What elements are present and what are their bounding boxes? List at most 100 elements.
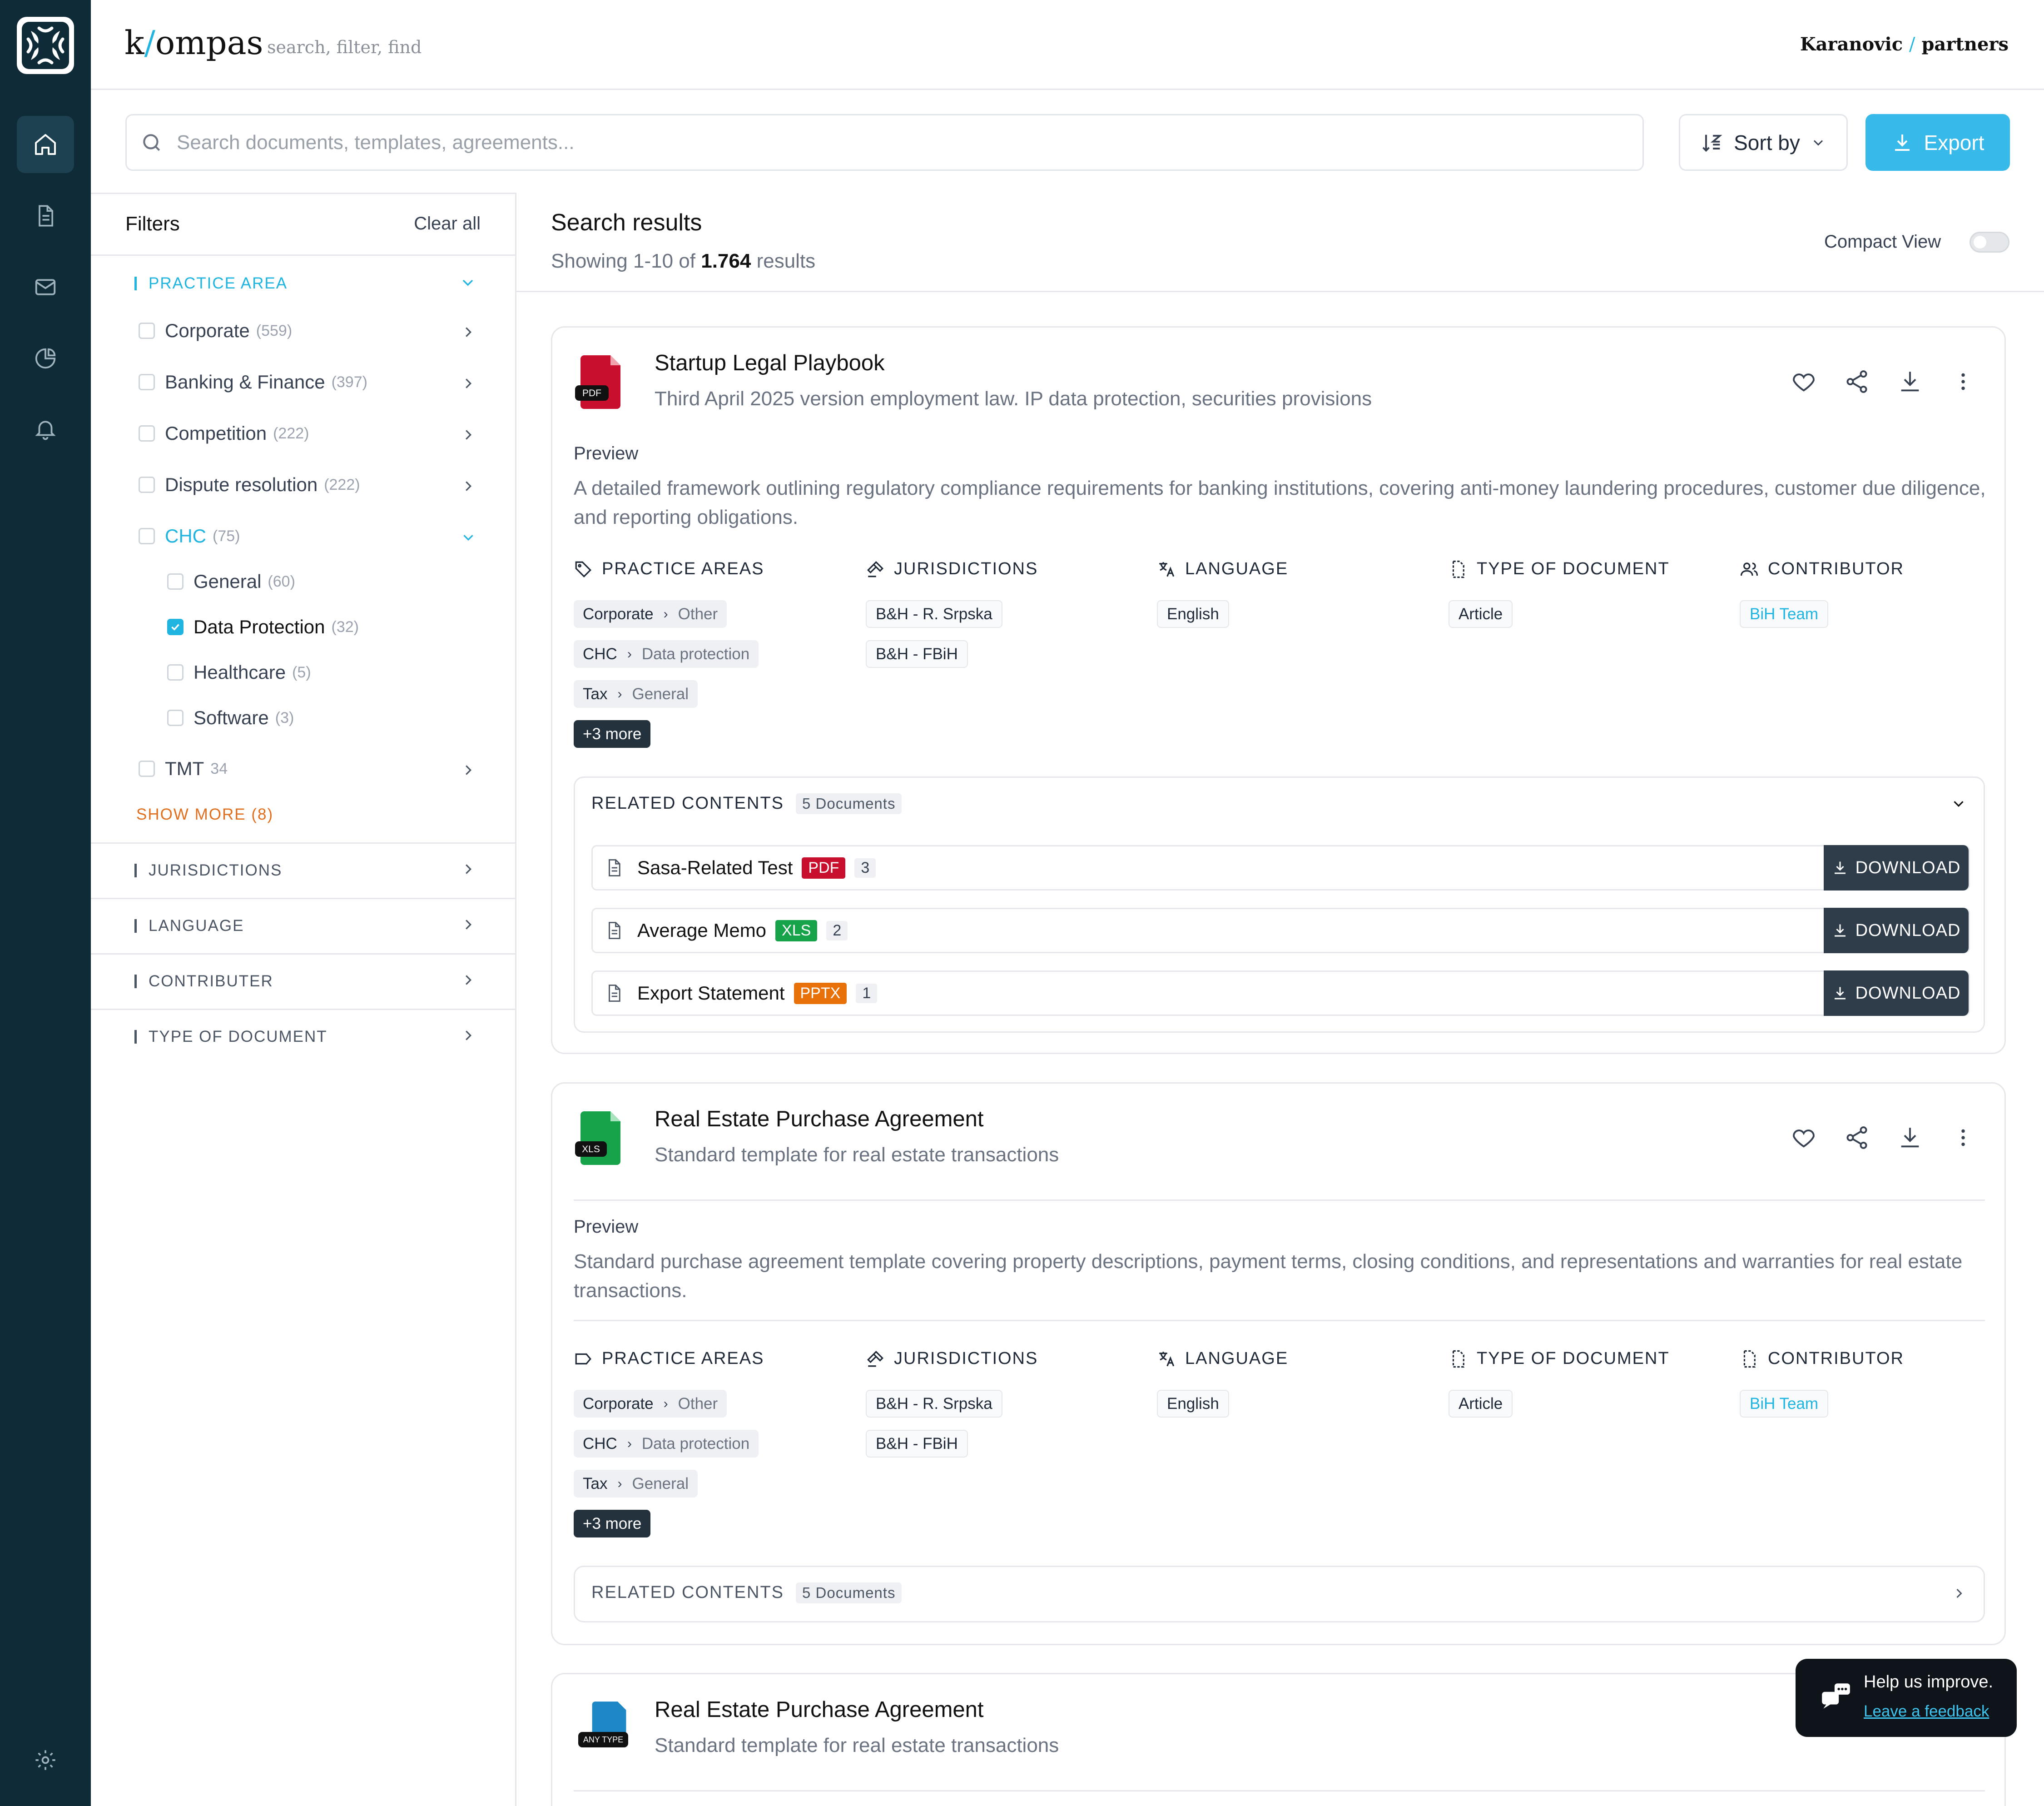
practice-area-chip[interactable]: CHC › Data protection [574,640,759,668]
filter-item-competition[interactable]: Competition (222) [139,423,309,444]
sort-by-button[interactable]: Sort by [1679,114,1848,171]
download-button[interactable]: DOWNLOAD [1824,908,1969,953]
compact-view-toggle[interactable] [1970,232,2009,253]
chevron-right-icon[interactable] [460,426,477,443]
doc-type-chip[interactable]: Article [1449,600,1513,628]
checkbox[interactable] [139,425,155,442]
nav-home[interactable] [17,116,74,173]
favorite-button[interactable] [1790,1124,1818,1152]
download-button[interactable]: DOWNLOAD [1824,845,1969,891]
practice-area-chip[interactable]: Corporate › Other [574,1390,727,1418]
search-bar[interactable] [125,114,1644,171]
meta-practice-areas: PRACTICE AREAS [574,1349,764,1368]
filter-item-banking[interactable]: Banking & Finance (397) [139,371,367,393]
related-contents-panel[interactable]: RELATED CONTENTS 5 Documents [574,1566,1985,1622]
chip-sub: General [632,1474,689,1493]
contributor-chip[interactable]: BiH Team [1740,1390,1829,1418]
nav-analytics[interactable] [27,340,64,377]
nav-notifications[interactable] [27,411,64,447]
filter-subitem-data-protection[interactable]: Data Protection (32) [167,616,359,638]
nav-documents[interactable] [27,198,64,234]
related-header[interactable]: RELATED CONTENTS 5 Documents [591,1582,902,1603]
brand-logo[interactable]: k/ompas [124,24,263,62]
nav-mail[interactable] [27,269,64,305]
chevron-down-icon[interactable] [459,274,477,292]
more-chip[interactable]: +3 more [574,720,651,748]
section-jurisdictions[interactable]: JURISDICTIONS [134,861,282,880]
jurisdiction-chip[interactable]: B&H - R. Srpska [866,600,1002,628]
more-button[interactable] [1949,1124,1977,1152]
contributor-chip[interactable]: BiH Team [1740,600,1829,628]
jurisdiction-chip[interactable]: B&H - FBiH [866,640,968,668]
chevron-right-icon[interactable] [460,478,477,495]
nav-settings[interactable] [27,1742,64,1778]
chevron-down-icon[interactable] [1950,795,1967,812]
card-actions [1790,1124,1977,1152]
card-title[interactable]: Startup Legal Playbook [655,350,885,376]
section-contributer[interactable]: CONTRIBUTER [134,972,273,990]
filter-item-tmt[interactable]: TMT 34 [139,758,228,780]
checkbox[interactable] [167,573,184,590]
practice-area-chip[interactable]: CHC › Data protection [574,1430,759,1458]
doc-type-chip[interactable]: Article [1449,1390,1513,1418]
card-title[interactable]: Real Estate Purchase Agreement [655,1697,984,1722]
checkbox[interactable] [139,477,155,493]
result-card[interactable]: PDF Startup Legal Playbook Third April 2… [551,326,2006,1054]
filter-item-dispute[interactable]: Dispute resolution (222) [139,474,360,496]
leave-feedback-link[interactable]: Leave a feedback [1864,1702,1989,1721]
filter-subitem-general[interactable]: General (60) [167,571,295,592]
app-logo[interactable] [17,17,74,74]
chevron-right-icon[interactable] [460,323,477,341]
related-row[interactable]: Average Memo XLS 2 DOWNLOAD [591,908,1970,953]
checkbox[interactable] [139,323,155,339]
more-chip[interactable]: +3 more [574,1510,651,1537]
language-chip[interactable]: English [1157,600,1229,628]
favorite-button[interactable] [1790,368,1818,396]
download-button[interactable] [1896,1124,1924,1152]
jurisdiction-chip[interactable]: B&H - R. Srpska [866,1390,1002,1418]
chevron-right-icon[interactable] [460,971,477,989]
share-button[interactable] [1843,368,1871,396]
filter-subitem-software[interactable]: Software (3) [167,707,294,729]
export-button[interactable]: Export [1865,114,2010,171]
section-practice-area[interactable]: PRACTICE AREA [134,274,288,293]
download-button[interactable] [1896,368,1924,396]
feedback-toast[interactable]: Help us improve. Leave a feedback [1796,1659,2017,1737]
checkbox[interactable] [139,374,155,390]
chevron-right-icon[interactable] [460,916,477,933]
related-header[interactable]: RELATED CONTENTS 5 Documents [591,793,902,814]
compact-view-label: Compact View [1824,232,1941,252]
checkbox[interactable] [167,710,184,726]
share-button[interactable] [1843,1124,1871,1152]
clear-all-link[interactable]: Clear all [414,214,481,234]
checkbox[interactable] [139,528,155,544]
section-language[interactable]: LANGUAGE [134,917,244,935]
section-type-of-document[interactable]: TYPE OF DOCUMENT [134,1028,327,1046]
checkbox[interactable] [139,761,155,777]
related-row[interactable]: Sasa-Related Test PDF 3 DOWNLOAD [591,845,1970,891]
chevron-right-icon[interactable] [460,761,477,779]
checkbox[interactable] [167,664,184,681]
result-card[interactable]: XLS Real Estate Purchase Agreement Stand… [551,1082,2006,1645]
jurisdiction-chip[interactable]: B&H - FBiH [866,1430,968,1458]
filter-item-chc[interactable]: CHC (75) [139,525,240,547]
chevron-right-icon[interactable] [460,1027,477,1044]
filter-subitem-healthcare[interactable]: Healthcare (5) [167,662,311,683]
filter-item-corporate[interactable]: Corporate (559) [139,320,292,342]
language-chip[interactable]: English [1157,1390,1229,1418]
show-more-link[interactable]: SHOW MORE (8) [136,806,273,824]
chevron-right-icon[interactable] [460,861,477,878]
search-input[interactable] [177,131,1585,154]
chevron-down-icon[interactable] [460,529,477,546]
checkbox-checked[interactable] [167,619,184,635]
chevron-right-icon[interactable] [1951,1585,1967,1602]
more-button[interactable] [1949,368,1977,396]
practice-area-chip[interactable]: Corporate › Other [574,600,727,628]
download-button[interactable]: DOWNLOAD [1824,970,1969,1016]
chevron-right-icon[interactable] [460,375,477,392]
practice-area-chip[interactable]: Tax › General [574,1470,698,1498]
result-card[interactable]: ANY TYPE Real Estate Purchase Agreement … [551,1673,2006,1806]
practice-area-chip[interactable]: Tax › General [574,680,698,708]
related-row[interactable]: Export Statement PPTX 1 DOWNLOAD [591,970,1970,1016]
card-title[interactable]: Real Estate Purchase Agreement [655,1106,984,1132]
